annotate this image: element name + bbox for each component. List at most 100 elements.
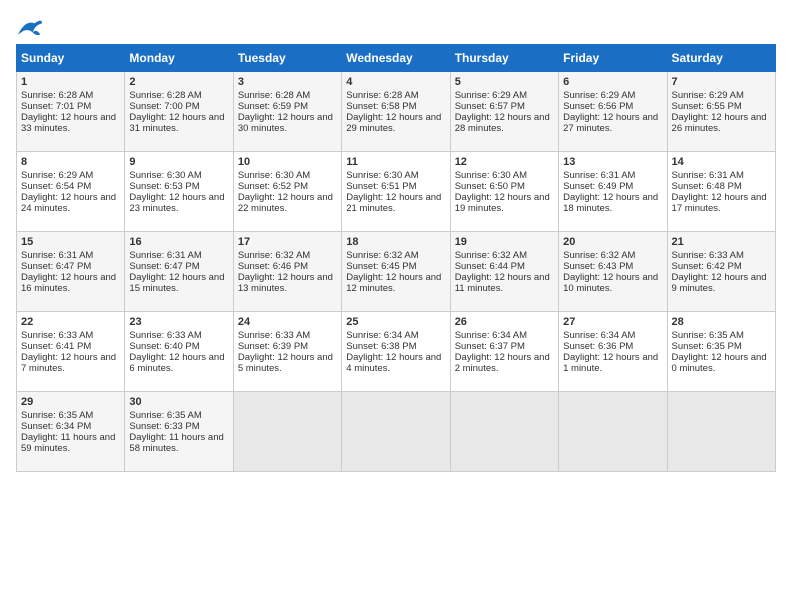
sunset-text: Sunset: 6:56 PM	[563, 101, 633, 112]
sunset-text: Sunset: 6:46 PM	[238, 261, 308, 272]
empty-cell	[342, 392, 450, 472]
daylight-text: Daylight: 12 hours and 18 minutes.	[563, 192, 658, 214]
day-number: 24	[238, 316, 337, 328]
sunrise-text: Sunrise: 6:34 AM	[455, 330, 527, 341]
day-number: 30	[129, 396, 228, 408]
daylight-text: Daylight: 12 hours and 10 minutes.	[563, 272, 658, 294]
sunrise-text: Sunrise: 6:34 AM	[563, 330, 635, 341]
sunset-text: Sunset: 6:37 PM	[455, 341, 525, 352]
sunset-text: Sunset: 6:59 PM	[238, 101, 308, 112]
day-cell-4: 4Sunrise: 6:28 AMSunset: 6:58 PMDaylight…	[342, 72, 450, 152]
sunrise-text: Sunrise: 6:31 AM	[672, 170, 744, 181]
sunrise-text: Sunrise: 6:28 AM	[238, 90, 310, 101]
sunrise-text: Sunrise: 6:32 AM	[346, 250, 418, 261]
sunrise-text: Sunrise: 6:33 AM	[21, 330, 93, 341]
sunrise-text: Sunrise: 6:30 AM	[238, 170, 310, 181]
col-header-sunday: Sunday	[17, 45, 125, 72]
day-number: 17	[238, 236, 337, 248]
week-row-1: 1Sunrise: 6:28 AMSunset: 7:01 PMDaylight…	[17, 72, 776, 152]
sunrise-text: Sunrise: 6:30 AM	[455, 170, 527, 181]
week-row-2: 8 Sunrise: 6:29 AMSunset: 6:54 PM Daylight…	[17, 152, 776, 232]
daylight-text: Daylight: 12 hours and 28 minutes.	[455, 112, 550, 134]
sunset-text: Sunset: 6:45 PM	[346, 261, 416, 272]
sunrise-text: Sunrise: 6:29 AM	[21, 170, 93, 181]
sunrise-text: Sunrise: 6:31 AM	[129, 250, 201, 261]
daylight-text: Daylight: 11 hours and 59 minutes.	[21, 432, 115, 454]
sunrise-text: Sunrise: 6:33 AM	[238, 330, 310, 341]
day-number: 21	[672, 236, 771, 248]
sunset-text: Sunset: 6:53 PM	[129, 181, 199, 192]
daylight-text: Daylight: 12 hours and 13 minutes.	[238, 272, 333, 294]
daylight-text: Daylight: 12 hours and 23 minutes.	[129, 192, 224, 214]
day-number: 10	[238, 156, 337, 168]
daylight-text: Daylight: 12 hours and 11 minutes.	[455, 272, 550, 294]
sunset-text: Sunset: 6:55 PM	[672, 101, 742, 112]
sunset-text: Sunset: 6:38 PM	[346, 341, 416, 352]
daylight-text: Daylight: 12 hours and 26 minutes.	[672, 112, 767, 134]
day-cell-14: 14Sunrise: 6:31 AMSunset: 6:48 PMDayligh…	[667, 152, 775, 232]
day-cell-23: 23Sunrise: 6:33 AMSunset: 6:40 PMDayligh…	[125, 312, 233, 392]
empty-cell	[233, 392, 341, 472]
day-number: 28	[672, 316, 771, 328]
day-cell-15: 15Sunrise: 6:31 AMSunset: 6:47 PMDayligh…	[17, 232, 125, 312]
day-number: 8	[21, 156, 120, 168]
sunset-text: Sunset: 6:58 PM	[346, 101, 416, 112]
day-number: 20	[563, 236, 662, 248]
day-number: 5	[455, 76, 554, 88]
sunrise-text: Sunrise: 6:35 AM	[672, 330, 744, 341]
day-cell-20: 20 Sunrise: 6:32 AMSunset: 6:43 PMDayligh…	[559, 232, 667, 312]
day-number: 15	[21, 236, 120, 248]
daylight-text: Daylight: 12 hours and 0 minutes.	[672, 352, 767, 374]
sunrise-text: Sunrise: 6:29 AM	[672, 90, 744, 101]
empty-cell	[559, 392, 667, 472]
sunrise-text: Sunrise: 6:28 AM	[346, 90, 418, 101]
daylight-text: Daylight: 12 hours and 7 minutes.	[21, 352, 116, 374]
daylight-text: Daylight: 12 hours and 16 minutes.	[21, 272, 116, 294]
daylight-text: Daylight: 12 hours and 30 minutes.	[238, 112, 333, 134]
daylight-text: Daylight: 12 hours and 17 minutes.	[672, 192, 767, 214]
sunset-text: Sunset: 6:36 PM	[563, 341, 633, 352]
daylight-text: Daylight: 12 hours and 4 minutes.	[346, 352, 441, 374]
sunset-text: Sunset: 6:52 PM	[238, 181, 308, 192]
sunrise-text: Sunrise: 6:28 AM	[21, 90, 93, 101]
daylight-text: Daylight: 12 hours and 9 minutes.	[672, 272, 767, 294]
sunset-text: Sunset: 6:44 PM	[455, 261, 525, 272]
daylight-text: Daylight: 12 hours and 22 minutes.	[238, 192, 333, 214]
sunset-text: Sunset: 6:47 PM	[21, 261, 91, 272]
sunrise-text: Sunrise: 6:33 AM	[129, 330, 201, 341]
day-cell-19: 19Sunrise: 6:32 AMSunset: 6:44 PMDayligh…	[450, 232, 558, 312]
day-number: 12	[455, 156, 554, 168]
col-header-saturday: Saturday	[667, 45, 775, 72]
calendar-table: SundayMondayTuesdayWednesdayThursdayFrid…	[16, 44, 776, 472]
sunrise-text: Sunrise: 6:31 AM	[563, 170, 635, 181]
col-header-friday: Friday	[559, 45, 667, 72]
day-cell-3: 3Sunrise: 6:28 AMSunset: 6:59 PMDaylight…	[233, 72, 341, 152]
week-row-5: 29Sunrise: 6:35 AMSunset: 6:34 PMDayligh…	[17, 392, 776, 472]
sunset-text: Sunset: 6:51 PM	[346, 181, 416, 192]
daylight-text: Daylight: 12 hours and 12 minutes.	[346, 272, 441, 294]
week-row-4: 22Sunrise: 6:33 AMSunset: 6:41 PMDayligh…	[17, 312, 776, 392]
day-number: 7	[672, 76, 771, 88]
day-number: 18	[346, 236, 445, 248]
daylight-text: Daylight: 12 hours and 5 minutes.	[238, 352, 333, 374]
daylight-text: Daylight: 12 hours and 33 minutes.	[21, 112, 116, 134]
sunset-text: Sunset: 6:35 PM	[672, 341, 742, 352]
empty-cell	[667, 392, 775, 472]
sunrise-text: Sunrise: 6:32 AM	[563, 250, 635, 261]
sunset-text: Sunset: 6:47 PM	[129, 261, 199, 272]
sunset-text: Sunset: 6:48 PM	[672, 181, 742, 192]
sunset-text: Sunset: 6:54 PM	[21, 181, 91, 192]
daylight-text: Daylight: 12 hours and 2 minutes.	[455, 352, 550, 374]
day-number: 26	[455, 316, 554, 328]
day-cell-7: 7 Sunrise: 6:29 AMSunset: 6:55 PMDaylight…	[667, 72, 775, 152]
day-cell-29: 29Sunrise: 6:35 AMSunset: 6:34 PMDayligh…	[17, 392, 125, 472]
day-cell-26: 26 Sunrise: 6:34 AMSunset: 6:37 PMDayligh…	[450, 312, 558, 392]
col-header-monday: Monday	[125, 45, 233, 72]
day-cell-1: 1Sunrise: 6:28 AMSunset: 7:01 PMDaylight…	[17, 72, 125, 152]
sunrise-text: Sunrise: 6:30 AM	[129, 170, 201, 181]
sunset-text: Sunset: 6:43 PM	[563, 261, 633, 272]
sunset-text: Sunset: 6:42 PM	[672, 261, 742, 272]
day-number: 22	[21, 316, 120, 328]
daylight-text: Daylight: 12 hours and 27 minutes.	[563, 112, 658, 134]
day-cell-16: 16Sunrise: 6:31 AMSunset: 6:47 PMDayligh…	[125, 232, 233, 312]
